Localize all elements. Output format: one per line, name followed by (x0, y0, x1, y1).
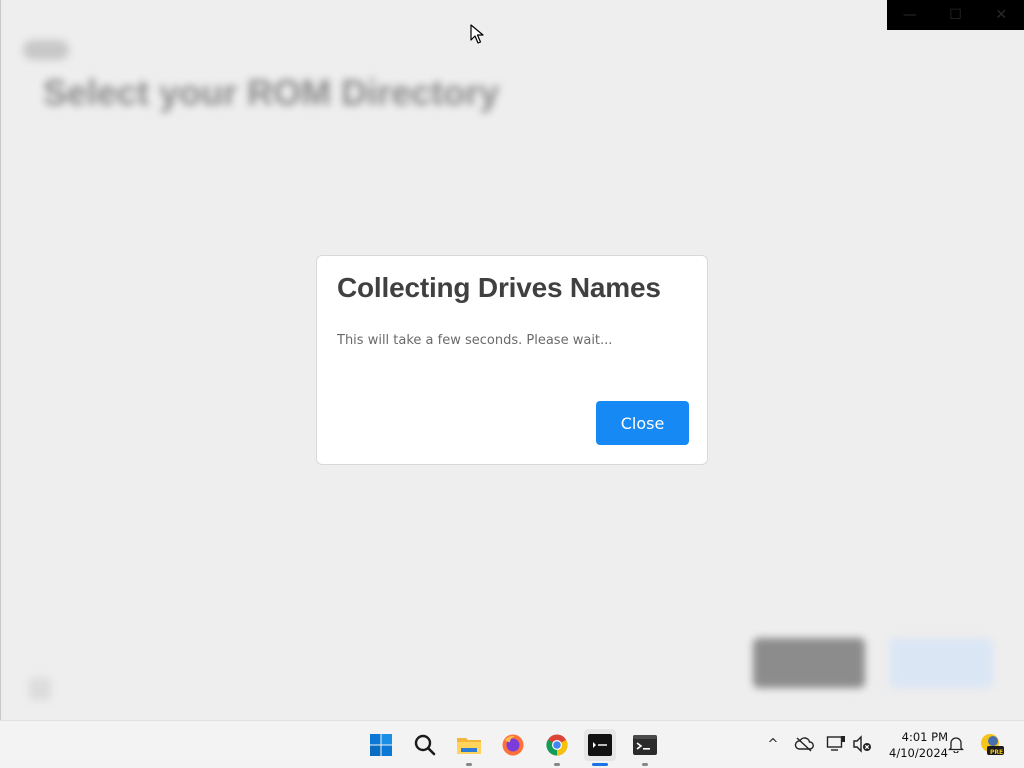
speaker-muted-icon[interactable] (851, 733, 873, 755)
file-explorer-icon (457, 738, 481, 754)
minimize-button[interactable]: — (887, 0, 933, 30)
firefox-button[interactable] (497, 729, 529, 761)
loading-dialog: Collecting Drives Names This will take a… (316, 255, 708, 465)
running-indicator (466, 763, 472, 766)
back-button[interactable] (23, 40, 69, 60)
window-controls: — ☐ ✕ (887, 0, 1024, 30)
dialog-title: Collecting Drives Names (337, 272, 661, 303)
active-indicator (592, 763, 608, 766)
terminal-icon (633, 735, 657, 755)
running-indicator (554, 763, 560, 766)
show-hidden-icons-button[interactable]: ^ (762, 733, 784, 755)
maximize-button[interactable]: ☐ (933, 0, 979, 30)
background-title: Select your ROM Directory (43, 72, 500, 113)
running-indicator (642, 763, 648, 766)
display-icon[interactable] (825, 733, 847, 755)
notification-bell-icon[interactable] (945, 733, 967, 755)
chrome-icon (546, 734, 568, 756)
start-button[interactable] (365, 729, 397, 761)
onedrive-icon[interactable] (793, 733, 815, 755)
taskbar: ^ 4:01 PM 4/10/2024 PRE (0, 720, 1024, 768)
search-icon (414, 734, 436, 756)
file-explorer-button[interactable] (453, 729, 485, 766)
background-secondary-button[interactable] (753, 638, 865, 688)
terminal-button[interactable] (629, 729, 661, 766)
preview-badge-label: PRE (990, 749, 1004, 756)
preview-badge-icon[interactable]: PRE (978, 733, 1006, 756)
background-primary-button[interactable] (889, 638, 993, 688)
firefox-icon (502, 734, 524, 756)
start-icon (370, 734, 392, 756)
clock-time: 4:01 PM (901, 730, 948, 744)
search-button[interactable] (409, 729, 441, 761)
dialog-message: This will take a few seconds. Please wai… (337, 333, 613, 348)
clock[interactable]: 4:01 PM 4/10/2024 (876, 729, 948, 761)
background-corner-icon (29, 678, 51, 700)
mouse-cursor-icon (470, 24, 484, 44)
active-app-button[interactable] (584, 729, 616, 766)
close-window-button[interactable]: ✕ (978, 0, 1024, 30)
close-button[interactable]: Close (596, 401, 689, 445)
chrome-button[interactable] (541, 729, 573, 766)
clock-date: 4/10/2024 (889, 746, 948, 760)
app-icon (588, 734, 612, 756)
